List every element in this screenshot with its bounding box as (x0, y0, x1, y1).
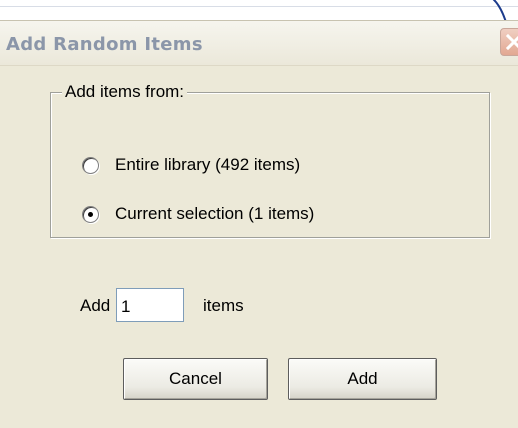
radio-label-entire-library: Entire library (492 items) (115, 155, 301, 174)
title-bar[interactable]: Add Random Items (0, 21, 518, 66)
groupbox-label: Add items from: (62, 82, 188, 102)
add-button[interactable]: Add (288, 358, 437, 400)
radio-dot (88, 211, 93, 217)
screen: Add Random Items Add items from: Entire … (0, 0, 518, 428)
window-title: Add Random Items (6, 34, 203, 55)
radio-entire-library[interactable]: Entire library (492 items) (82, 154, 300, 176)
radio-current-selection[interactable]: Current selection (1 items) (82, 203, 314, 225)
radio-button-selected[interactable] (82, 205, 99, 223)
item-count-input[interactable] (116, 288, 184, 322)
items-suffix-label: items (203, 296, 244, 315)
background-line (0, 6, 518, 7)
radio-button[interactable] (82, 156, 99, 174)
radio-label-current-selection: Current selection (1 items) (115, 204, 315, 223)
cancel-button[interactable]: Cancel (123, 358, 268, 400)
close-icon (506, 34, 518, 50)
close-button[interactable] (500, 28, 518, 56)
add-prefix-label: Add (80, 296, 111, 315)
